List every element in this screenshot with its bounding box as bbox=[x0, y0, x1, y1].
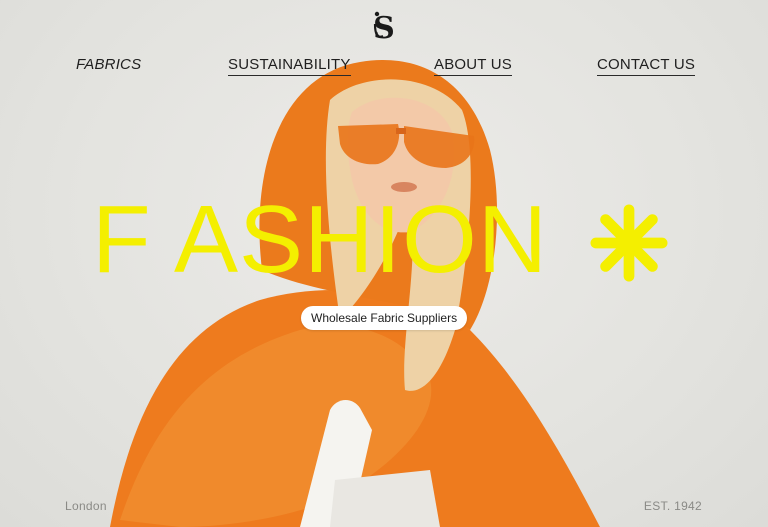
js-monogram-icon[interactable]: S bbox=[364, 6, 404, 46]
asterisk-icon bbox=[590, 204, 668, 282]
nav-sustainability-link[interactable]: SUSTAINABILITY bbox=[228, 56, 351, 76]
nav-contact-us-link[interactable]: CONTACT US bbox=[597, 56, 696, 76]
location-label: London bbox=[65, 499, 107, 513]
tagline-badge: Wholesale Fabric Suppliers bbox=[301, 306, 468, 330]
nav-fabrics-link[interactable]: FABRICS bbox=[76, 56, 141, 75]
nav-about-us-link[interactable]: ABOUT US bbox=[434, 56, 513, 76]
main-nav: FABRICS SUSTAINABILITY ABOUT US CONTACT … bbox=[0, 56, 768, 80]
hero-headline: F ASHION bbox=[92, 186, 549, 293]
svg-text:S: S bbox=[373, 11, 395, 46]
established-label: EST. 1942 bbox=[643, 499, 702, 513]
